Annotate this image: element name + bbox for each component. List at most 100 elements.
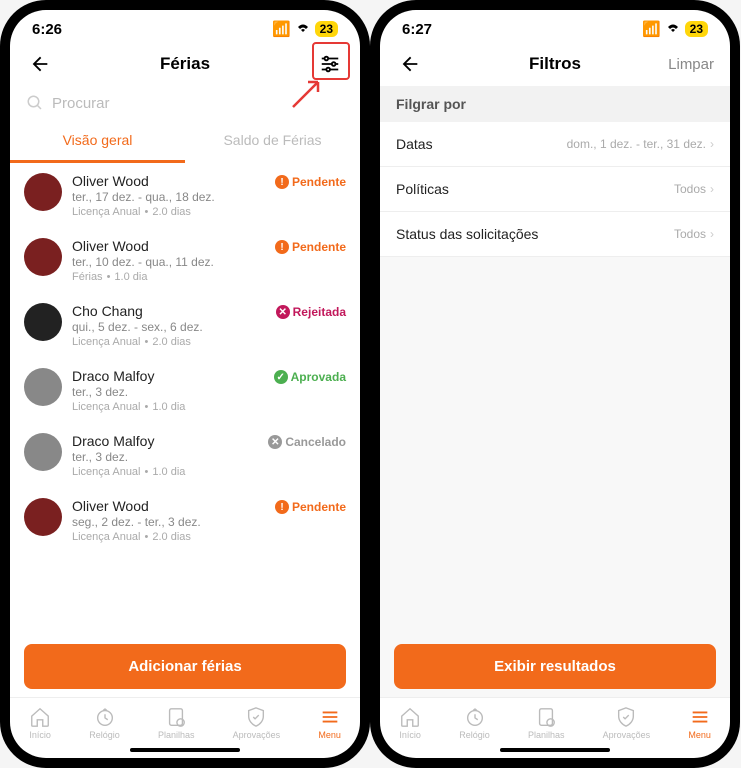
home-indicator[interactable] (500, 748, 610, 752)
red-arrow-annotation (288, 72, 328, 112)
leave-item[interactable]: Draco Malfoy ter., 3 dez. Licença Anual•… (10, 358, 360, 423)
avatar (24, 173, 62, 211)
tabs: Visão geral Saldo de Férias (10, 120, 360, 163)
tab-bar: Início Relógio Planilhas Aprovações Menu (10, 697, 360, 744)
wifi-icon (665, 21, 681, 38)
approvals-icon (245, 706, 267, 728)
filter-row[interactable]: Políticas Todos› (380, 167, 730, 212)
show-results-button[interactable]: Exibir resultados (394, 644, 716, 689)
nav-aprovações[interactable]: Aprovações (233, 706, 281, 740)
nav-planilhas[interactable]: Planilhas (528, 706, 565, 740)
status-label: Pendente (292, 240, 346, 254)
nav-menu[interactable]: Menu (688, 706, 711, 740)
status-badge: ✕ Rejeitada (276, 305, 346, 319)
status-label: Pendente (292, 500, 346, 514)
avatar (24, 498, 62, 536)
approvals-icon (615, 706, 637, 728)
item-meta: Licença Anual•2.0 dias (72, 531, 346, 543)
status-icon: ! (275, 175, 289, 189)
leave-item[interactable]: Oliver Wood seg., 2 dez. - ter., 3 dez. … (10, 488, 360, 553)
back-button[interactable] (26, 50, 54, 78)
nav-label: Aprovações (603, 730, 651, 740)
status-bar: 6:27 📶 23 (380, 10, 730, 42)
status-badge: ! Pendente (275, 175, 346, 189)
status-badge: ! Pendente (275, 500, 346, 514)
nav-label: Início (29, 730, 51, 740)
leave-item[interactable]: Oliver Wood ter., 17 dez. - qua., 18 dez… (10, 163, 360, 228)
nav-relógio[interactable]: Relógio (89, 706, 120, 740)
item-meta: Férias•1.0 dia (72, 271, 346, 283)
avatar (24, 368, 62, 406)
filter-value: dom., 1 dez. - ter., 31 dez.› (567, 137, 714, 151)
filter-row[interactable]: Status das solicitações Todos› (380, 212, 730, 257)
nav-label: Menu (688, 730, 711, 740)
filter-value: Todos› (674, 227, 714, 241)
wifi-icon (295, 21, 311, 38)
nav-relógio[interactable]: Relógio (459, 706, 490, 740)
leave-item[interactable]: Oliver Wood ter., 10 dez. - qua., 11 dez… (10, 228, 360, 293)
status-icon: ✕ (276, 305, 290, 319)
avatar (24, 433, 62, 471)
chevron-right-icon: › (710, 137, 714, 151)
tab-balance[interactable]: Saldo de Férias (185, 120, 360, 163)
leave-item[interactable]: Cho Chang qui., 5 dez. - sex., 6 dez. Li… (10, 293, 360, 358)
header: Filtros Limpar (380, 42, 730, 86)
status-label: Pendente (292, 175, 346, 189)
page-title: Filtros (529, 54, 581, 74)
filter-section-header: Filgrar por (380, 86, 730, 122)
avatar (24, 303, 62, 341)
item-meta: Licença Anual•1.0 dia (72, 401, 346, 413)
status-label: Cancelado (285, 435, 346, 449)
status-badge: ✓ Aprovada (274, 370, 346, 384)
nav-planilhas[interactable]: Planilhas (158, 706, 195, 740)
tab-bar: Início Relógio Planilhas Aprovações Menu (380, 697, 730, 744)
nav-label: Planilhas (158, 730, 195, 740)
clear-button[interactable]: Limpar (668, 50, 714, 78)
menu-icon (689, 706, 711, 728)
status-label: Rejeitada (293, 305, 346, 319)
status-icon: ✓ (274, 370, 288, 384)
item-dates: ter., 3 dez. (72, 385, 346, 399)
status-right: 📶 23 (642, 20, 708, 38)
filter-label: Datas (396, 136, 433, 152)
leave-list[interactable]: Oliver Wood ter., 17 dez. - qua., 18 dez… (10, 163, 360, 636)
home-icon (29, 706, 51, 728)
signal-icon: 📶 (272, 20, 291, 38)
clock-icon (94, 706, 116, 728)
phone-filtros: 6:27 📶 23 Filtros Limpar Filgrar por Dat… (380, 10, 730, 758)
nav-label: Relógio (459, 730, 490, 740)
status-bar: 6:26 📶 23 (10, 10, 360, 42)
add-leave-button[interactable]: Adicionar férias (24, 644, 346, 689)
battery-badge: 23 (315, 21, 338, 37)
menu-icon (319, 706, 341, 728)
nav-aprovações[interactable]: Aprovações (603, 706, 651, 740)
nav-label: Aprovações (233, 730, 281, 740)
item-meta: Licença Anual•2.0 dias (72, 336, 346, 348)
nav-início[interactable]: Início (29, 706, 51, 740)
chevron-right-icon: › (710, 182, 714, 196)
home-icon (399, 706, 421, 728)
nav-menu[interactable]: Menu (318, 706, 341, 740)
avatar (24, 238, 62, 276)
item-meta: Licença Anual•1.0 dia (72, 466, 346, 478)
filter-label: Políticas (396, 181, 449, 197)
status-time: 6:27 (402, 21, 432, 38)
sheets-icon (535, 706, 557, 728)
item-dates: seg., 2 dez. - ter., 3 dez. (72, 515, 346, 529)
chevron-right-icon: › (710, 227, 714, 241)
nav-label: Relógio (89, 730, 120, 740)
status-label: Aprovada (291, 370, 346, 384)
clock-icon (464, 706, 486, 728)
phone-ferias: 6:26 📶 23 Férias Procurar Visão geral Sa… (10, 10, 360, 758)
leave-item[interactable]: Draco Malfoy ter., 3 dez. Licença Anual•… (10, 423, 360, 488)
page-title: Férias (160, 54, 210, 74)
item-dates: ter., 17 dez. - qua., 18 dez. (72, 190, 346, 204)
status-icon: ! (275, 500, 289, 514)
tab-overview[interactable]: Visão geral (10, 120, 185, 163)
nav-início[interactable]: Início (399, 706, 421, 740)
filter-row[interactable]: Datas dom., 1 dez. - ter., 31 dez.› (380, 122, 730, 167)
status-time: 6:26 (32, 21, 62, 38)
signal-icon: 📶 (642, 20, 661, 38)
home-indicator[interactable] (130, 748, 240, 752)
back-button[interactable] (396, 50, 424, 78)
